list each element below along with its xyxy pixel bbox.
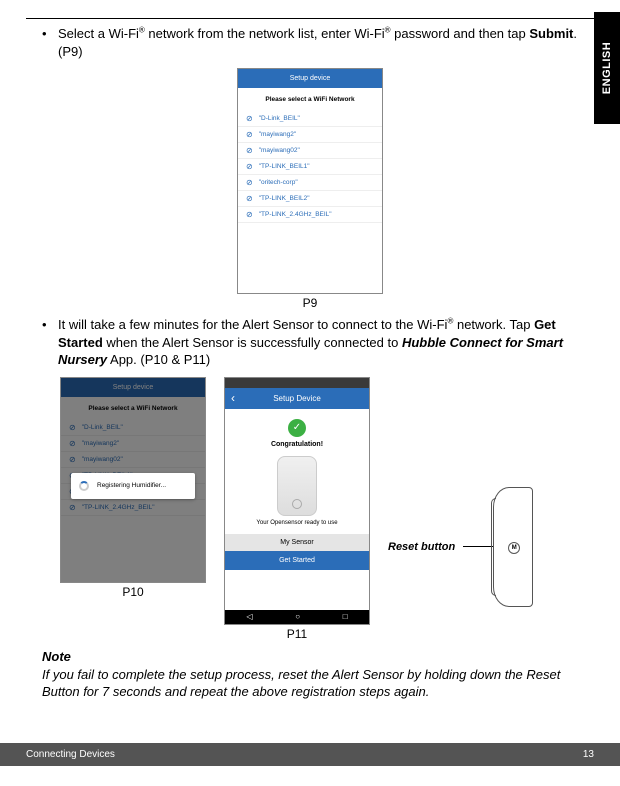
reset-label: Reset button: [388, 541, 455, 553]
note-heading: Note: [42, 649, 594, 664]
spinner-icon: [79, 481, 89, 491]
ready-text: Your Opensensor ready to use: [225, 520, 369, 526]
wifi-item: ⊘"TP-LINK_BEIL2": [238, 191, 382, 207]
footer-right: 13: [583, 749, 594, 760]
wifi-icon: ⊘: [246, 210, 253, 219]
back-icon: ‹: [231, 391, 235, 405]
note-body: If you fail to complete the setup proces…: [42, 666, 568, 701]
screenshot-p11: ‹ Setup Device ✓ Congratulation! Your Op…: [224, 377, 370, 625]
wifi-item: ⊘"mayiwang02": [238, 143, 382, 159]
check-icon: ✓: [288, 419, 306, 437]
reset-callout: Reset button M: [388, 487, 533, 607]
bullet-text-1: Select a Wi-Fi® network from the network…: [58, 25, 594, 60]
wifi-icon: ⊘: [246, 194, 253, 203]
page-footer: Connecting Devices 13: [0, 743, 620, 766]
p11-caption: P11: [287, 627, 307, 641]
registering-dialog: Registering Humidifier...: [71, 473, 195, 499]
language-text: ENGLISH: [601, 42, 613, 94]
motorola-logo-icon: M: [508, 542, 520, 554]
language-tab: ENGLISH: [594, 12, 620, 124]
bullet-item-1: • Select a Wi-Fi® network from the netwo…: [42, 25, 594, 60]
android-navbar: ◁ ○ □: [225, 610, 369, 624]
wifi-item: ⊘"TP-LINK_BEIL1": [238, 159, 382, 175]
screenshot-p9: Setup device Please select a WiFi Networ…: [237, 68, 383, 294]
p9-caption: P9: [303, 296, 318, 310]
bullet-dot: •: [42, 25, 58, 60]
wifi-icon: ⊘: [246, 146, 253, 155]
p11-header: ‹ Setup Device: [225, 388, 369, 409]
nav-recent-icon: □: [343, 612, 348, 621]
callout-line: [463, 546, 493, 547]
sensor-image: [277, 456, 317, 516]
bullet-dot: •: [42, 316, 58, 369]
nav-home-icon: ○: [295, 612, 300, 621]
wifi-icon: ⊘: [246, 114, 253, 123]
p9-header: Setup device: [238, 69, 382, 88]
screenshot-p10: Setup device Please select a WiFi Networ…: [60, 377, 206, 583]
status-bar: [225, 378, 369, 388]
wifi-item: ⊘"oritech-corp": [238, 175, 382, 191]
wifi-icon: ⊘: [246, 178, 253, 187]
bullet-text-2: It will take a few minutes for the Alert…: [58, 316, 594, 369]
bullet-item-2: • It will take a few minutes for the Ale…: [42, 316, 594, 369]
footer-left: Connecting Devices: [26, 749, 115, 760]
dialog-text: Registering Humidifier...: [97, 482, 166, 489]
wifi-item: ⊘"D-Link_BEIL": [238, 111, 382, 127]
p10-caption: P10: [122, 585, 143, 599]
p9-subtitle: Please select a WiFi Network: [238, 88, 382, 111]
sensor-outline: M: [493, 487, 533, 607]
wifi-item: ⊘"TP-LINK_2.4GHz_BEIL": [238, 207, 382, 223]
wifi-icon: ⊘: [246, 162, 253, 171]
my-sensor-row: My Sensor: [225, 534, 369, 551]
wifi-item: ⊘"mayiwang2": [238, 127, 382, 143]
get-started-button: Get Started: [225, 551, 369, 570]
congrats-text: Congratulation!: [225, 441, 369, 448]
nav-back-icon: ◁: [246, 612, 252, 621]
wifi-icon: ⊘: [246, 130, 253, 139]
